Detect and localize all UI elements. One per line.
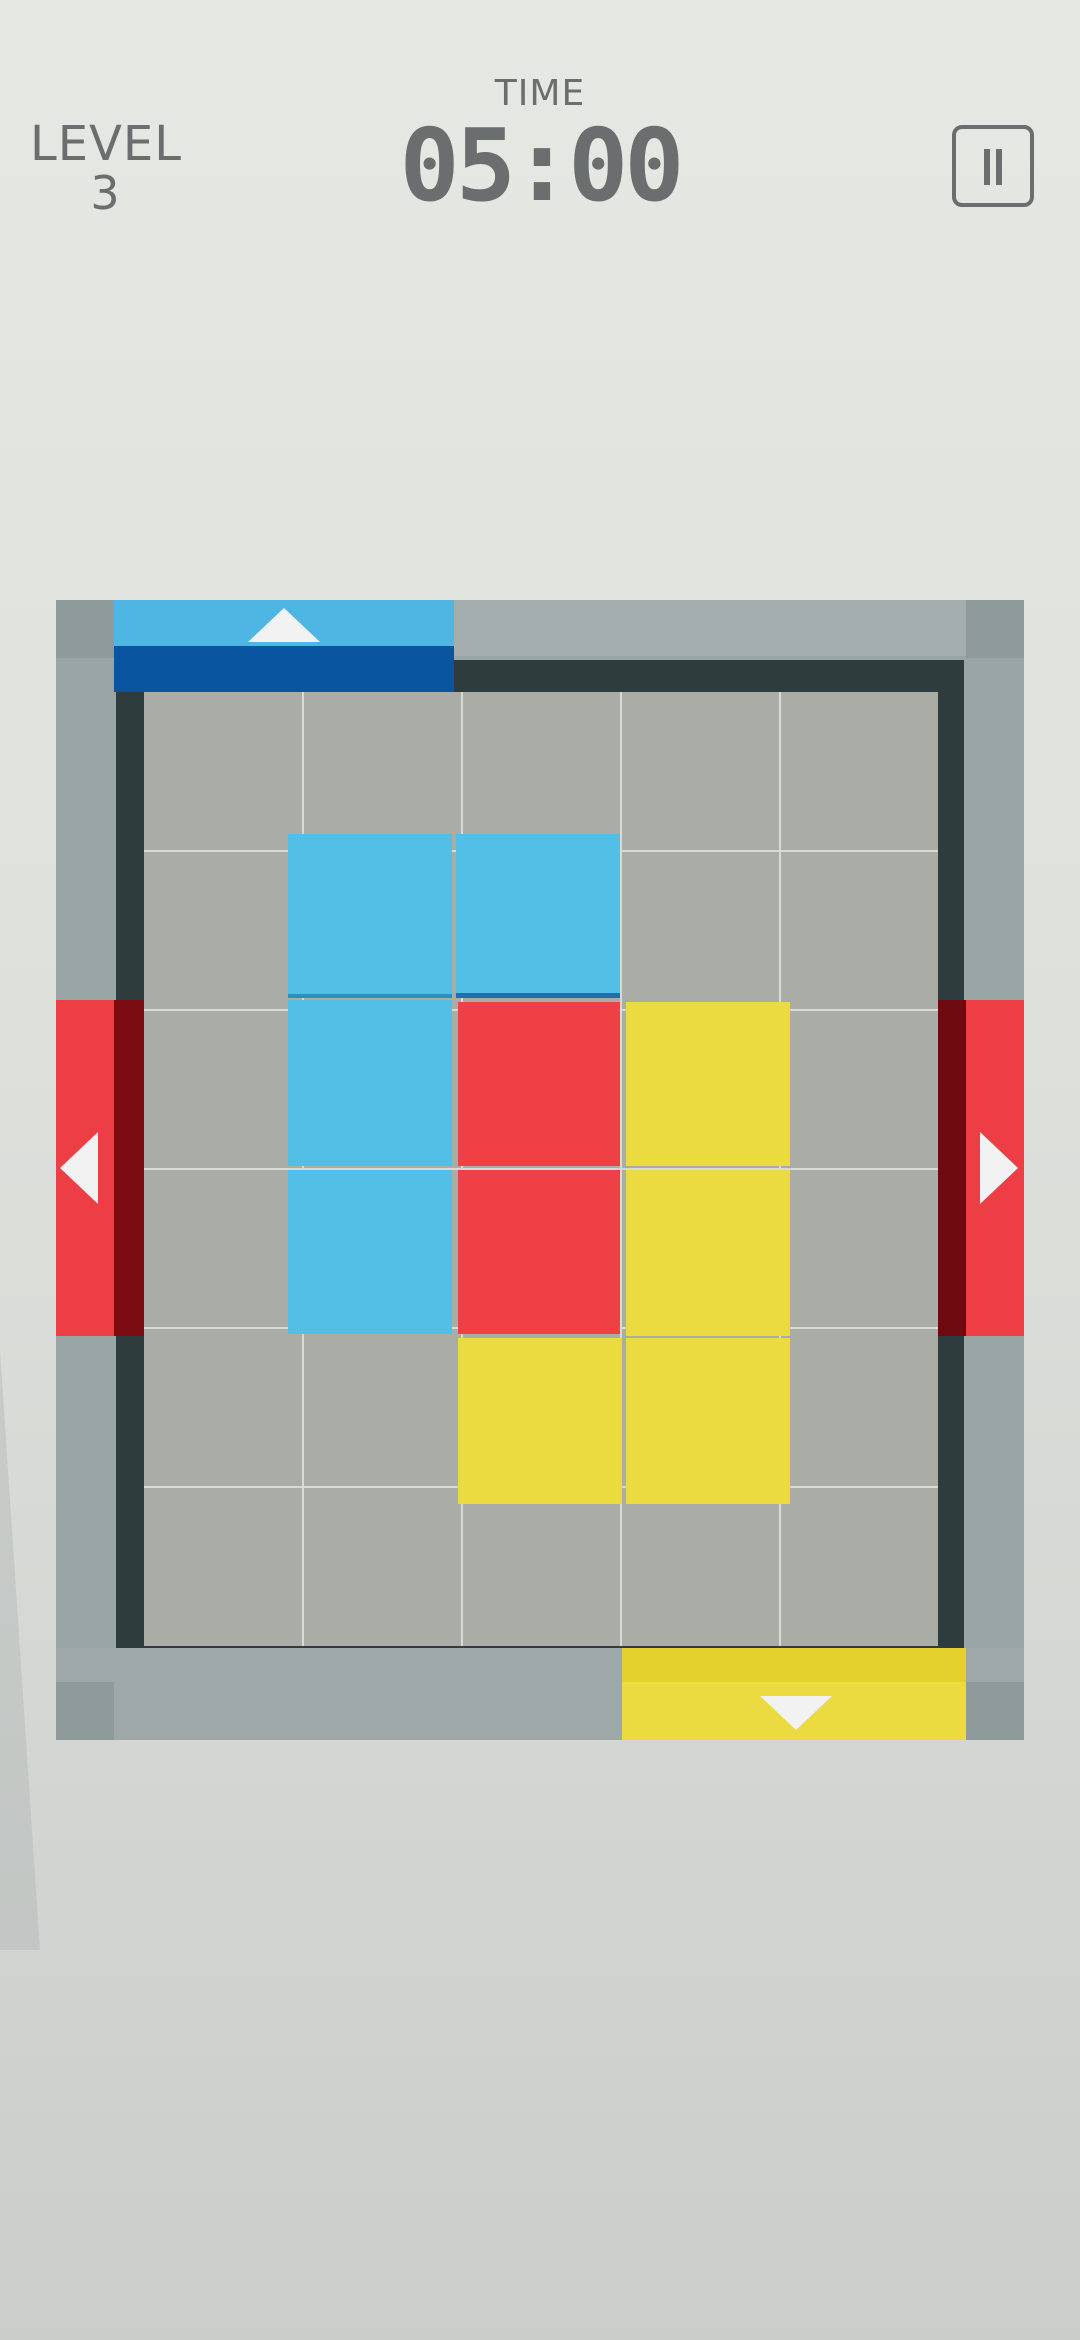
- block-blue[interactable]: [288, 1170, 452, 1334]
- gate-top-blue-side: [114, 646, 454, 692]
- gate-left-red-side: [114, 1000, 144, 1336]
- block-yellow[interactable]: [458, 1338, 622, 1504]
- block-blue[interactable]: [288, 834, 452, 998]
- arrow-up-icon: [248, 608, 320, 642]
- gate-right-red-side: [938, 1000, 966, 1336]
- block-blue[interactable]: [456, 834, 620, 998]
- gate-bottom-yellow-top: [622, 1648, 966, 1682]
- block-red[interactable]: [458, 1170, 620, 1334]
- frame-corner: [966, 600, 1024, 658]
- block-blue[interactable]: [288, 1000, 452, 1166]
- arrow-down-icon: [760, 1696, 832, 1730]
- arrow-left-icon: [60, 1132, 98, 1204]
- block-yellow[interactable]: [626, 1002, 790, 1166]
- block-yellow[interactable]: [626, 1170, 790, 1336]
- block-yellow[interactable]: [626, 1338, 790, 1504]
- block-red[interactable]: [458, 1002, 620, 1166]
- frame-corner: [966, 1682, 1024, 1740]
- game-board: [0, 0, 1080, 2340]
- frame-corner: [56, 600, 114, 658]
- arrow-right-icon: [980, 1132, 1018, 1204]
- frame-corner: [56, 1682, 114, 1740]
